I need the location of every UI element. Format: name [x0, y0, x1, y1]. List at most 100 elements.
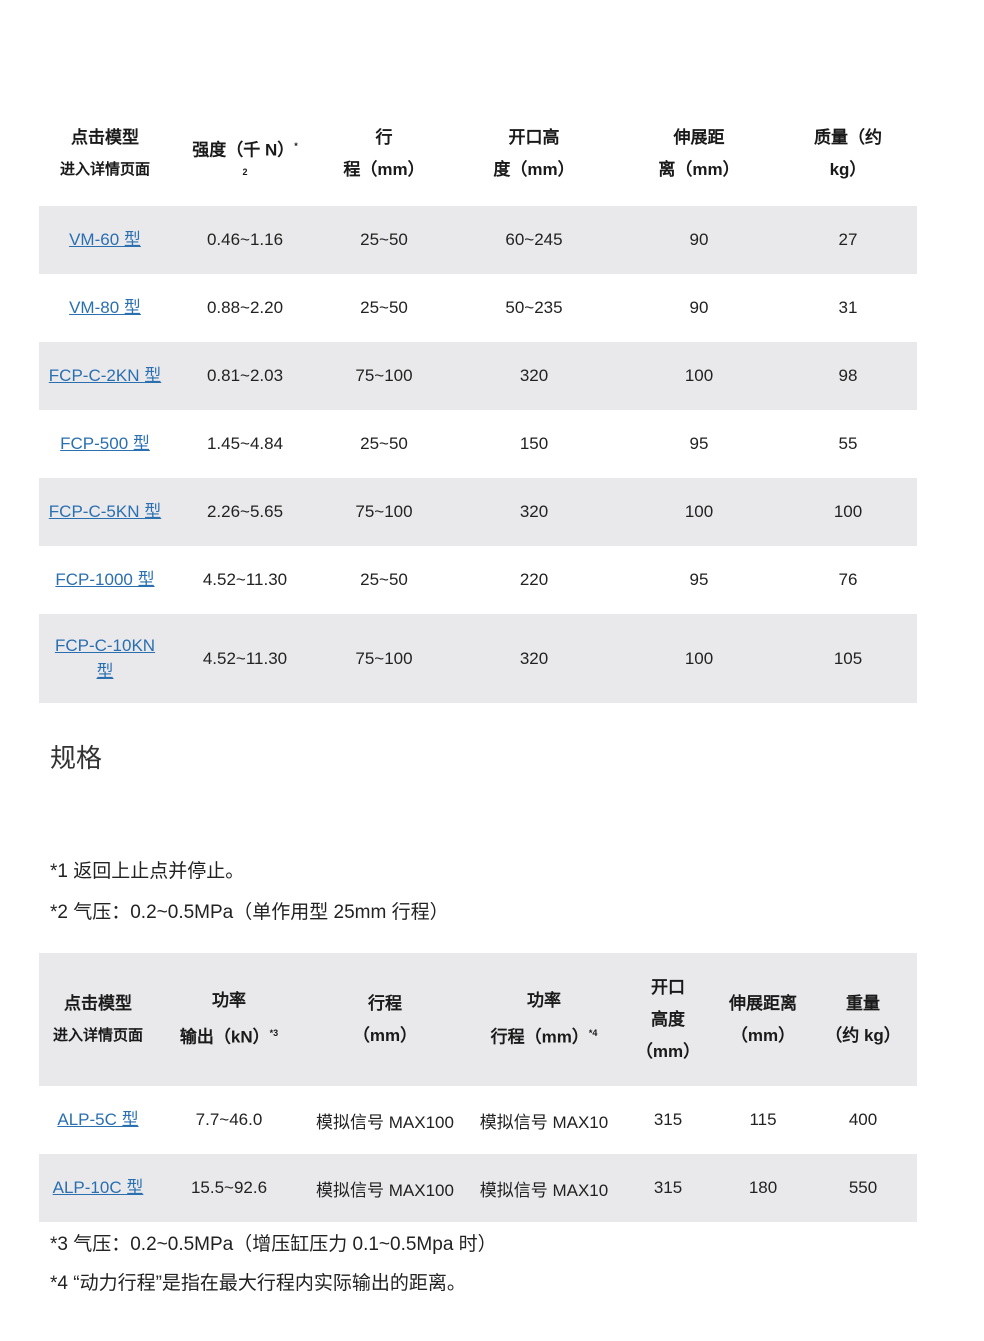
header-mass-line1: 质量（约: [814, 127, 882, 147]
opening-cell: 320: [449, 342, 619, 410]
model-link-fcp-500[interactable]: FCP-500 型: [60, 434, 150, 453]
mass-cell: 98: [779, 342, 917, 410]
header-model-line1: 点击模型: [64, 993, 132, 1013]
model-cell: FCP-500 型: [39, 410, 171, 478]
extension-cell: 180: [717, 1154, 809, 1222]
header-power-stroke-line2: 行程（mm）: [490, 1027, 589, 1047]
model-cell: VM-80 型: [39, 274, 171, 342]
table-row: FCP-1000 型 4.52~11.30 25~50 220 95 76: [39, 546, 917, 614]
header-weight-line2: （约 kg）: [825, 1025, 901, 1045]
header-power-line1: 功率: [212, 991, 246, 1011]
opening-cell: 315: [619, 1154, 717, 1222]
opening-cell: 60~245: [449, 206, 619, 274]
footnote-4: *4 “动力行程”是指在最大行程内实际输出的距离。: [50, 1273, 466, 1294]
strength-cell: 0.88~2.20: [206, 298, 284, 317]
specs-table-2: 点击模型 进入详情页面 功率 输出（kN）*3 行程 （mm） 功率 行程（mm…: [39, 953, 917, 1222]
opening-cell: 320: [449, 614, 619, 703]
weight-cell: 400: [848, 1110, 878, 1129]
power-cell: 15.5~92.6: [157, 1154, 301, 1222]
strength-cell: 0.81~2.03: [171, 342, 319, 410]
extension-cell: 95: [689, 434, 709, 453]
footnote-3: *3 气压：0.2~0.5MPa（增压缸压力 0.1~0.5Mpa 时）: [50, 1234, 497, 1255]
section-title: 规格: [50, 743, 103, 773]
model-link-alp-5c[interactable]: ALP-5C 型: [57, 1110, 138, 1129]
opening-cell: 150: [519, 434, 549, 453]
extension-cell: 100: [619, 478, 779, 546]
model-link-line2: 型: [96, 661, 114, 681]
header-stroke: 行 程（mm）: [319, 101, 449, 206]
table-row: ALP-10C 型 15.5~92.6 模拟信号 MAX100 模拟信号 MAX…: [39, 1154, 917, 1222]
extension-cell: 90: [689, 298, 709, 317]
mass-cell: 76: [838, 570, 858, 589]
header-power-line2: 输出（kN）: [179, 1027, 270, 1047]
mass-cell: 55: [838, 434, 858, 453]
header-opening-line1: 开口: [651, 977, 685, 997]
header-stroke-line2: （mm）: [352, 1025, 418, 1045]
mass-cell: 105: [779, 614, 917, 703]
extension-cell: 115: [749, 1110, 777, 1129]
model-cell: VM-60 型: [39, 206, 171, 274]
extension-cell: 90: [619, 206, 779, 274]
header-power-stroke-line2-wrap: 行程（mm）*4: [469, 1017, 619, 1054]
header-power-stroke-sup: *4: [588, 1028, 598, 1039]
stroke-cell: 模拟信号 MAX100: [316, 1112, 454, 1132]
header-opening-line1: 开口高: [508, 127, 560, 147]
mass-cell: 100: [779, 478, 917, 546]
stroke-cell: 75~100: [319, 478, 449, 546]
header-power-stroke-line1: 功率: [527, 991, 561, 1011]
model-link-fcp-c-2kn[interactable]: FCP-C-2KN 型: [49, 366, 161, 385]
header-mass-line2: kg）: [829, 159, 867, 179]
strength-cell: 4.52~11.30: [202, 570, 288, 589]
model-cell: FCP-C-10KN 型: [39, 614, 171, 703]
extension-cell: 100: [619, 342, 779, 410]
stroke-cell: 25~50: [360, 434, 408, 453]
model-cell: FCP-1000 型: [39, 546, 171, 614]
model-link-vm-60[interactable]: VM-60 型: [69, 230, 141, 249]
header-extension-line1: 伸展距离: [729, 993, 797, 1013]
header-weight-line1: 重量: [846, 993, 880, 1013]
header-strength: 强度（千 N）* 2: [171, 101, 319, 206]
opening-cell: 315: [653, 1110, 683, 1129]
table-row: VM-60 型 0.46~1.16 25~50 60~245 90 27: [39, 206, 917, 274]
model-link-line1: FCP-C-10KN: [54, 635, 156, 655]
opening-cell: 320: [449, 478, 619, 546]
header-strength-label: 强度（千 N）: [192, 140, 295, 160]
model-link-fcp-1000[interactable]: FCP-1000 型: [55, 570, 154, 589]
extension-cell: 95: [689, 570, 709, 589]
power-stroke-cell: 模拟信号 MAX10: [479, 1112, 609, 1132]
header-weight: 重量 （约 kg）: [809, 953, 917, 1086]
header-power: 功率 输出（kN）*3: [157, 953, 301, 1086]
table-row: FCP-C-10KN 型 4.52~11.30 75~100 320 100 1…: [39, 614, 917, 703]
header-opening: 开口高 度（mm）: [449, 101, 619, 206]
model-cell: FCP-C-2KN 型: [39, 342, 171, 410]
header-extension: 伸展距 离（mm）: [619, 101, 779, 206]
model-cell: FCP-C-5KN 型: [39, 478, 171, 546]
model-cell: ALP-10C 型: [39, 1154, 157, 1222]
model-link-fcp-c-5kn[interactable]: FCP-C-5KN 型: [49, 502, 161, 521]
header-power-sup: *3: [269, 1028, 279, 1039]
strength-cell: 1.45~4.84: [206, 434, 284, 453]
table-row: ALP-5C 型 7.7~46.0 模拟信号 MAX100 模拟信号 MAX10…: [39, 1086, 917, 1154]
footnote-2: *2 气压：0.2~0.5MPa（单作用型 25mm 行程）: [50, 902, 449, 923]
stroke-cell: 75~100: [319, 614, 449, 703]
stroke-cell: 25~50: [360, 298, 408, 317]
table-row: FCP-500 型 1.45~4.84 25~50 150 95 55: [39, 410, 917, 478]
header-power-stroke: 功率 行程（mm）*4: [469, 953, 619, 1086]
model-link-fcp-c-10kn[interactable]: FCP-C-10KN 型: [55, 636, 155, 681]
header-model: 点击模型 进入详情页面: [39, 101, 171, 206]
header-model: 点击模型 进入详情页面: [39, 953, 157, 1086]
extension-cell: 100: [619, 614, 779, 703]
mass-cell: 27: [779, 206, 917, 274]
model-cell: ALP-5C 型: [39, 1086, 157, 1154]
model-link-vm-80[interactable]: VM-80 型: [69, 298, 141, 317]
header-opening-line3: （mm）: [635, 1041, 701, 1061]
header-model-line2: 进入详情页面: [52, 1026, 143, 1044]
header-extension-line2: （mm）: [730, 1025, 796, 1045]
header-stroke-line1: 行: [375, 127, 393, 147]
model-link-alp-10c[interactable]: ALP-10C 型: [53, 1178, 144, 1197]
weight-cell: 550: [809, 1154, 917, 1222]
header-model-line2: 进入详情页面: [59, 160, 150, 178]
table-header-row: 点击模型 进入详情页面 强度（千 N）* 2 行 程（mm） 开口高 度（mm）…: [39, 101, 917, 206]
header-power-line2-wrap: 输出（kN）*3: [157, 1017, 301, 1054]
header-stroke-line2: 程（mm）: [343, 159, 425, 179]
